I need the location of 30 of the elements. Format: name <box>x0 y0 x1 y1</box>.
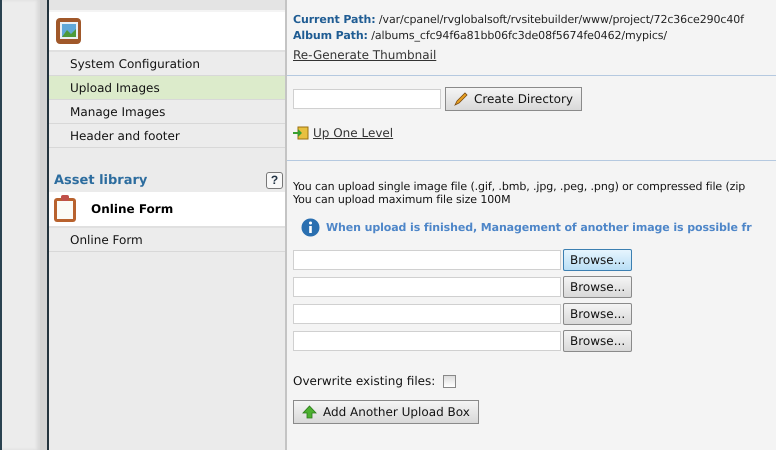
path-text: Current Path: /var/cpanel/rvglobalsoft/rvsitebuilder/www/project/72c36ce290c40f <box>293 12 746 28</box>
regenerate-thumbnail-link[interactable]: Re-Generate Thumbnail <box>293 48 436 62</box>
file-field[interactable] <box>293 277 561 297</box>
browse-button[interactable]: Browse... <box>563 330 632 352</box>
help-button[interactable]: ? <box>266 172 283 188</box>
section-title: Asset library <box>54 172 148 188</box>
browse-button[interactable]: Browse... <box>563 303 632 325</box>
path-text: Album Path: /albums_cfc94f6a81bb06fc3de08f5674fe0462/mypics/ <box>293 28 668 44</box>
clipboard-icon <box>53 195 77 223</box>
browse-button[interactable]: Browse... <box>563 276 632 298</box>
sidebar-item[interactable]: Upload Images <box>49 76 285 100</box>
file-field[interactable] <box>293 304 561 324</box>
directory-name-field[interactable] <box>293 89 441 109</box>
add-upload-box-button[interactable]: Add Another Upload Box <box>293 400 479 424</box>
pencil-icon <box>454 92 468 106</box>
up-arrow-icon <box>302 404 317 420</box>
file-field[interactable] <box>293 331 561 351</box>
overwrite-checkbox[interactable] <box>443 374 456 388</box>
photo-album-icon <box>53 16 83 46</box>
overwrite-label: Overwrite existing files: <box>293 374 436 388</box>
create-directory-button[interactable]: Create Directory <box>445 87 582 111</box>
group-title: Online Form <box>91 202 174 216</box>
info-icon <box>301 218 320 237</box>
upload-note: You can upload single image file (.gif, .bmb, .jpg, .peg, .png) or compressed file (zip <box>293 180 746 193</box>
file-field[interactable] <box>293 250 561 270</box>
folder-arrow-icon <box>293 126 309 140</box>
up-one-level-link[interactable]: Up One Level <box>313 126 394 140</box>
browse-button[interactable]: Browse... <box>563 249 632 271</box>
upload-note: You can upload maximum file size 100M <box>293 193 512 206</box>
info-message: When upload is finished, Management of another image is possible fr <box>326 221 752 234</box>
